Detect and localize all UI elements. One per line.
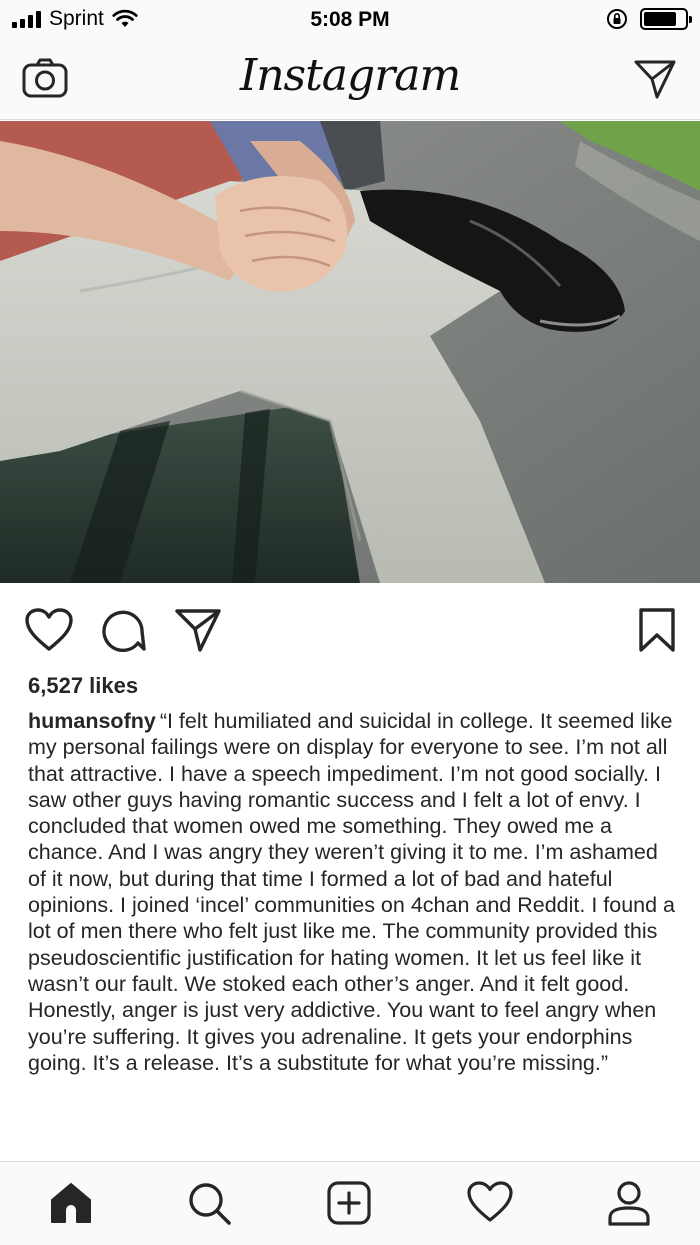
- battery-icon: [640, 8, 692, 30]
- likes-count[interactable]: 6,527 likes: [28, 673, 138, 699]
- direct-message-icon[interactable]: [633, 58, 677, 100]
- status-time: 5:08 PM: [310, 8, 390, 31]
- profile-icon[interactable]: [606, 1180, 652, 1226]
- heart-icon[interactable]: [24, 607, 74, 653]
- comment-icon[interactable]: [100, 607, 146, 653]
- caption-username[interactable]: humansofny: [28, 709, 156, 733]
- post-photo[interactable]: [0, 121, 700, 583]
- home-icon[interactable]: [48, 1180, 94, 1226]
- battery-level: [644, 12, 676, 26]
- search-icon[interactable]: [186, 1180, 232, 1226]
- photo-person-on-bench: [0, 121, 700, 583]
- status-right: [606, 8, 692, 30]
- rotation-lock-icon: [607, 9, 627, 29]
- status-bar: Sprint 5:08 PM: [0, 0, 700, 38]
- new-post-icon[interactable]: [326, 1180, 372, 1226]
- caption-text: “I felt humiliated and suicidal in colle…: [28, 709, 675, 1075]
- bottom-tab-bar: [0, 1161, 700, 1245]
- bookmark-icon[interactable]: [638, 607, 676, 653]
- share-icon[interactable]: [174, 607, 222, 653]
- app-header: Instagram: [0, 38, 700, 120]
- app-logo: Instagram: [239, 50, 461, 101]
- activity-icon[interactable]: [466, 1180, 514, 1224]
- post-caption: humansofny “I felt humiliated and suicida…: [28, 708, 678, 1076]
- post-action-row: [0, 583, 700, 668]
